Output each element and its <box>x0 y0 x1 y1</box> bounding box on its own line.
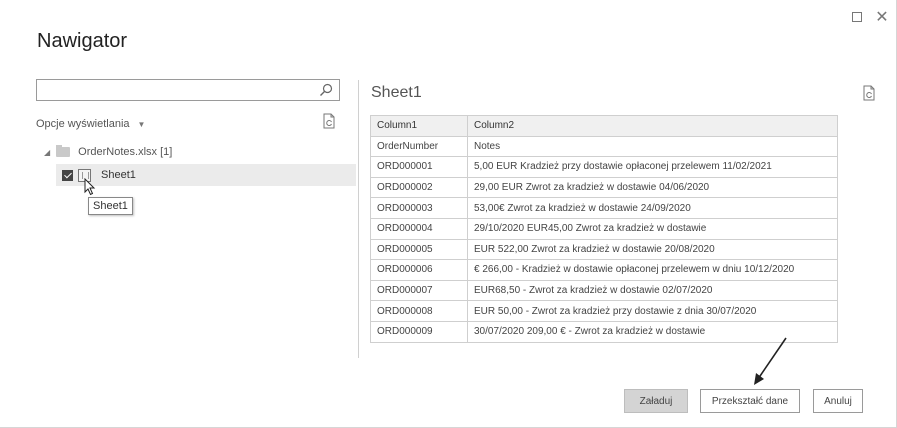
table-cell: ORD000002 <box>370 176 468 199</box>
table-row: OrderNumber Notes <box>370 135 838 158</box>
refresh-icon[interactable] <box>322 113 336 129</box>
table-row: ORD000005 EUR 522,00 Zwrot za kradzież w … <box>370 238 838 261</box>
cancel-button[interactable]: Anuluj <box>813 389 863 413</box>
search-box[interactable] <box>36 79 340 101</box>
folder-icon <box>56 145 71 157</box>
preview-title: Sheet1 <box>371 84 422 101</box>
tooltip: Sheet1 <box>88 197 133 215</box>
table-cell: OrderNumber <box>370 135 468 158</box>
collapse-icon[interactable]: ◢ <box>44 148 50 157</box>
view-options-dropdown[interactable]: Opcje wyświetlania ▼ <box>36 118 145 130</box>
search-input[interactable] <box>37 80 307 100</box>
chevron-down-icon: ▼ <box>137 119 146 129</box>
navigator-dialog: ✕ Nawigator Opcje wyświetlania ▼ ◢ Order… <box>0 0 897 428</box>
table-header-row: Column1 Column2 <box>370 115 838 137</box>
table-cell: EUR68,50 - Zwrot za kradzież w dostawie … <box>467 279 838 302</box>
table-cell: ORD000007 <box>370 279 468 302</box>
maximize-icon[interactable] <box>848 8 866 26</box>
table-row: ORD000006 € 266,00 - Kradzież w dostawie … <box>370 259 838 281</box>
refresh-icon[interactable] <box>862 85 876 101</box>
table-row: ORD000007 EUR68,50 - Zwrot za kradzież w … <box>370 279 838 302</box>
table-cell: ORD000005 <box>370 238 468 261</box>
load-button[interactable]: Załaduj <box>624 389 688 413</box>
table-row: ORD000004 29/10/2020 EUR45,00 Zwrot za kr… <box>370 217 838 240</box>
table-cell: ORD000009 <box>370 320 468 343</box>
table-cell: ORD000004 <box>370 217 468 240</box>
mouse-cursor-icon <box>84 178 96 196</box>
table-cell: 29,00 EUR Zwrot za kradzież w dostawie 0… <box>467 176 838 199</box>
table-cell: € 266,00 - Kradzież w dostawie opłaconej… <box>467 259 838 281</box>
preview-table: Column1 Column2 OrderNumber Notes ORD0000… <box>370 115 838 343</box>
sheet-label: Sheet1 <box>101 169 136 181</box>
annotation-arrow <box>754 337 787 385</box>
table-cell: ORD000006 <box>370 259 468 281</box>
table-cell: ORD000003 <box>370 197 468 219</box>
table-cell: 5,00 EUR Kradzież przy dostawie opłacone… <box>467 156 838 178</box>
close-icon[interactable]: ✕ <box>873 8 891 26</box>
table-cell: 29/10/2020 EUR45,00 Zwrot za kradzież w … <box>467 217 838 240</box>
table-cell: 53,00€ Zwrot za kradzież w dostawie 24/0… <box>467 197 838 219</box>
view-options-label: Opcje wyświetlania <box>36 118 130 130</box>
table-row: ORD000001 5,00 EUR Kradzież przy dostawie… <box>370 156 838 178</box>
sheet1-checkbox[interactable] <box>62 169 73 181</box>
table-row: ORD000003 53,00€ Zwrot za kradzież w dost… <box>370 197 838 219</box>
table-cell: EUR 522,00 Zwrot za kradzież w dostawie … <box>467 238 838 261</box>
table-cell: EUR 50,00 - Zwrot za kradzież przy dosta… <box>467 300 838 322</box>
table-cell: ORD000008 <box>370 300 468 322</box>
column-header: Column2 <box>467 115 838 137</box>
tree-item-sheet1[interactable]: Sheet1 <box>56 164 356 186</box>
dialog-title: Nawigator <box>37 30 128 52</box>
file-label: OrderNotes.xlsx [1] <box>78 146 173 158</box>
column-header: Column1 <box>370 115 468 137</box>
transform-data-button[interactable]: Przekształć dane <box>700 389 800 413</box>
search-icon[interactable] <box>319 83 333 97</box>
panel-divider[interactable] <box>358 80 359 358</box>
table-cell: ORD000001 <box>370 156 468 178</box>
table-row: ORD000008 EUR 50,00 - Zwrot za kradzież p… <box>370 300 838 322</box>
table-cell: Notes <box>467 135 838 158</box>
tree-item-file[interactable]: ◢ OrderNotes.xlsx [1] <box>44 145 173 158</box>
table-row: ORD000002 29,00 EUR Zwrot za kradzież w d… <box>370 176 838 199</box>
